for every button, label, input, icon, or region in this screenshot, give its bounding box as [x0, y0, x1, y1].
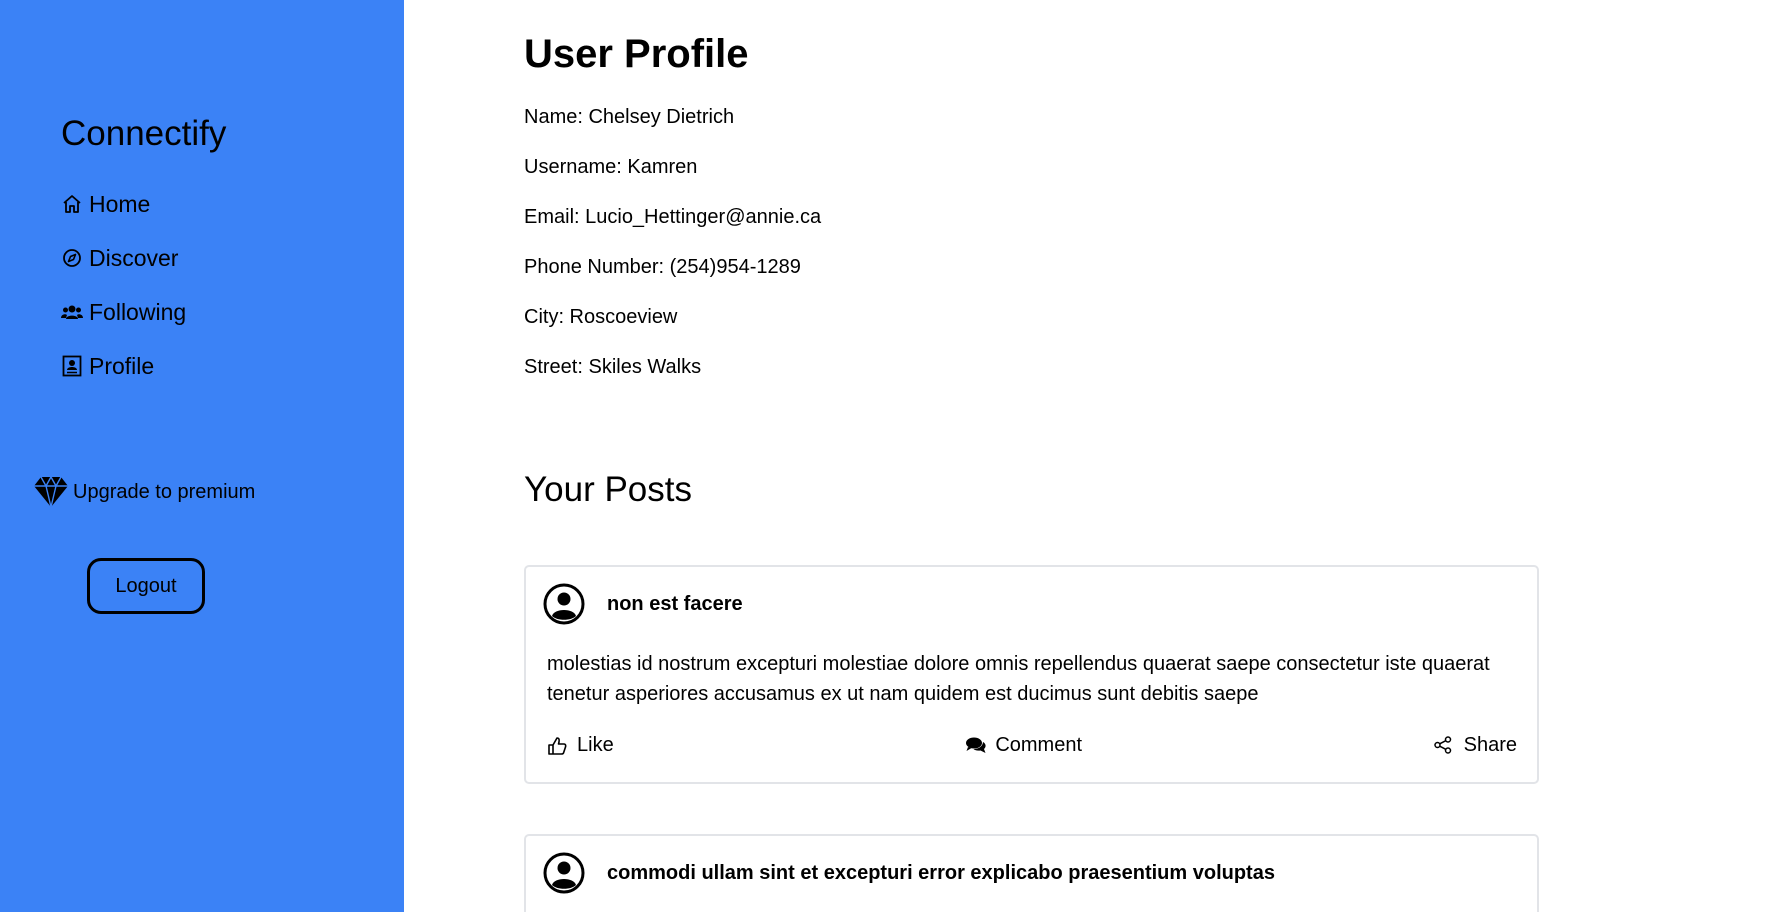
post-card: commodi ullam sint et excepturi error ex… [524, 834, 1539, 912]
sidebar-item-following[interactable]: Following [61, 285, 186, 339]
post-header: commodi ullam sint et excepturi error ex… [543, 852, 1275, 894]
comments-icon [965, 736, 986, 756]
profile-card-icon [61, 355, 83, 377]
share-label: Share [1463, 734, 1517, 756]
thumbs-up-icon [547, 736, 567, 756]
brand-logo-text: Connectify [61, 114, 227, 153]
post-body: molestias id nostrum excepturi molestiae… [547, 653, 1490, 705]
upgrade-premium-label: Upgrade to premium [73, 480, 256, 503]
share-icon [1433, 735, 1454, 756]
comment-button[interactable]: Comment [965, 734, 1082, 757]
profile-street: Street: Skiles Walks [524, 356, 702, 378]
logout-button[interactable]: Logout [87, 558, 205, 614]
post-card: non est facere molestias id nostrum exce… [524, 565, 1539, 784]
posts-section-title: Your Posts [524, 470, 692, 509]
comment-label: Comment [995, 734, 1083, 756]
post-title: commodi ullam sint et excepturi error ex… [607, 861, 1275, 884]
sidebar-nav: Home Discover Following Profile [61, 177, 186, 393]
post-actions: Like Comment Share [547, 734, 1517, 757]
compass-icon [61, 247, 83, 269]
page-title: User Profile [524, 32, 749, 76]
sidebar-item-discover[interactable]: Discover [61, 231, 186, 285]
user-avatar-icon [543, 583, 585, 625]
profile-username: Username: Kamren [524, 156, 698, 178]
upgrade-premium-link[interactable]: Upgrade to premium [33, 475, 255, 509]
sidebar-item-profile[interactable]: Profile [61, 339, 186, 393]
post-header: non est facere [543, 583, 743, 625]
users-icon [61, 301, 83, 323]
sidebar-item-label: Home [89, 190, 151, 217]
like-button[interactable]: Like [547, 734, 614, 757]
user-avatar-icon [543, 852, 585, 894]
sidebar-item-label: Profile [89, 352, 155, 379]
profile-phone: Phone Number: (254)954-1289 [524, 256, 801, 278]
profile-info-list: Name: Chelsey Dietrich Username: Kamren … [524, 100, 821, 400]
sidebar: Connectify Home Discover Following Profi… [0, 0, 404, 912]
profile-email: Email: Lucio_Hettinger@annie.ca [524, 206, 822, 228]
post-title: non est facere [607, 592, 743, 615]
sidebar-item-label: Following [89, 298, 187, 325]
diamond-icon [33, 475, 69, 509]
home-icon [61, 193, 83, 215]
sidebar-item-label: Discover [89, 244, 179, 271]
profile-name: Name: Chelsey Dietrich [524, 106, 735, 128]
like-label: Like [577, 734, 614, 756]
share-button[interactable]: Share [1433, 734, 1517, 757]
profile-city: City: Roscoeview [524, 306, 678, 328]
app-root: Connectify Home Discover Following Profi… [0, 0, 1787, 912]
sidebar-item-home[interactable]: Home [61, 177, 186, 231]
